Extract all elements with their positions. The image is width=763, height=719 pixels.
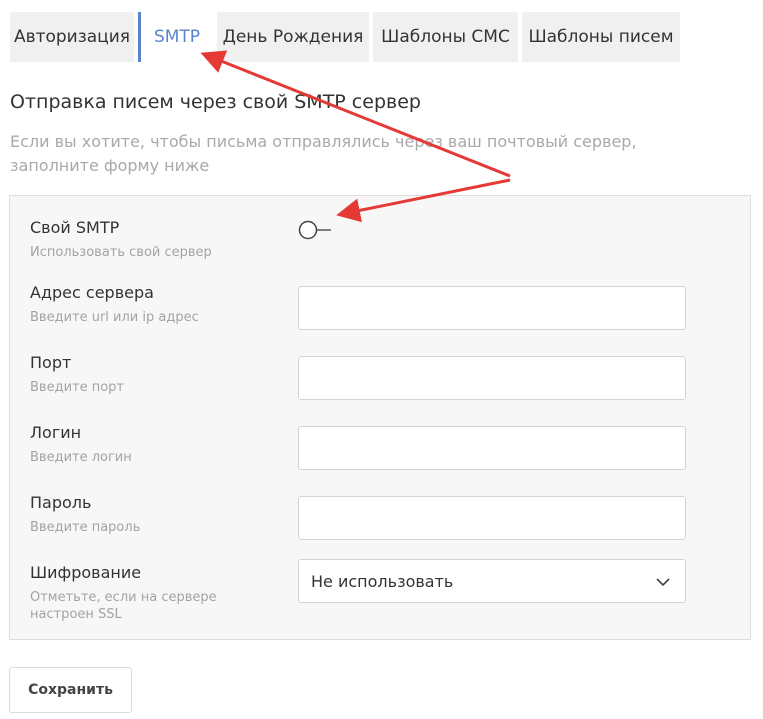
encryption-select[interactable]: Не использовать — [298, 559, 686, 603]
tab-label: Шаблоны писем — [528, 27, 674, 47]
smtp-toggle[interactable] — [298, 220, 334, 240]
port-input[interactable] — [298, 356, 686, 400]
server-label: Адрес сервера — [30, 283, 154, 302]
encryption-label: Шифрование — [30, 563, 142, 582]
encryption-hint-line2: настроен SSL — [30, 607, 122, 622]
tab-authorization[interactable]: Авторизация — [10, 12, 134, 62]
tab-bar: Авторизация SMTP День Рождения Шаблоны С… — [10, 12, 684, 62]
server-input[interactable] — [298, 286, 686, 330]
server-hint: Введите url или ip адрес — [30, 310, 199, 325]
login-hint: Введите логин — [30, 450, 132, 465]
tab-sms-templates[interactable]: Шаблоны СМС — [373, 12, 518, 62]
tab-email-templates[interactable]: Шаблоны писем — [522, 12, 680, 62]
section-title: Отправка писем через свой SMTP сервер — [10, 91, 421, 113]
tab-smtp[interactable]: SMTP — [138, 12, 213, 62]
tab-label: SMTP — [153, 27, 201, 47]
tab-label: Шаблоны СМС — [381, 27, 510, 47]
section-description: Если вы хотите, чтобы письма отправлялис… — [10, 132, 637, 175]
chevron-down-icon — [656, 578, 670, 587]
password-label: Пароль — [30, 493, 92, 512]
smtp-settings-panel: Свой SMTP Использовать свой сервер Адрес… — [9, 195, 751, 640]
tab-label: День Рождения — [222, 27, 364, 47]
tab-birthday[interactable]: День Рождения — [217, 12, 369, 62]
smtp-label: Свой SMTP — [30, 218, 120, 237]
password-hint: Введите пароль — [30, 520, 141, 535]
encryption-hint-line1: Отметьте, если на сервере — [30, 590, 217, 605]
encryption-selected-value: Не использовать — [311, 571, 454, 591]
login-label: Логин — [30, 423, 82, 442]
login-input[interactable] — [298, 426, 686, 470]
tab-label: Авторизация — [13, 27, 131, 47]
save-button[interactable]: Сохранить — [9, 667, 132, 713]
password-input[interactable] — [298, 496, 686, 540]
smtp-hint: Использовать свой сервер — [30, 245, 212, 260]
port-label: Порт — [30, 353, 72, 372]
port-hint: Введите порт — [30, 380, 124, 395]
